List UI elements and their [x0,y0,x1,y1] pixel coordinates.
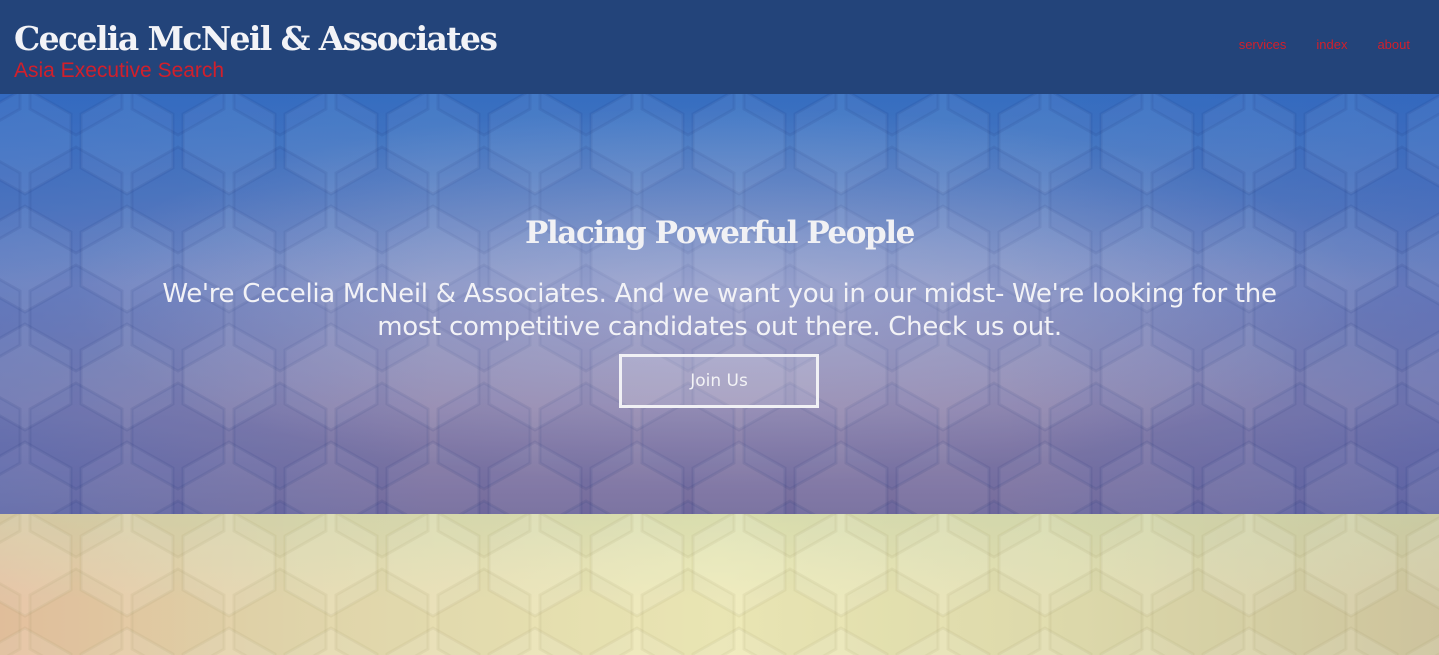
brand[interactable]: Cecelia McNeil & Associates Asia Executi… [14,22,498,82]
page: Cecelia McNeil & Associates Asia Executi… [0,0,1439,655]
nav-link-about[interactable]: about [1377,38,1410,52]
site-header: Cecelia McNeil & Associates Asia Executi… [0,0,1439,94]
join-us-button[interactable]: Join Us [619,354,819,408]
hero-section: Placing Powerful People We're Cecelia Mc… [0,94,1439,514]
site-tagline: Asia Executive Search [14,59,225,82]
lower-section [0,514,1439,655]
hero-description: We're Cecelia McNeil & Associates. And w… [162,279,1277,342]
nav-link-index[interactable]: index [1316,38,1347,52]
main-nav: services index about [1239,38,1410,52]
site-title[interactable]: Cecelia McNeil & Associates [14,22,498,55]
hero-heading: Placing Powerful People [524,215,915,251]
hexagon-pattern-background [0,514,1439,655]
nav-link-services[interactable]: services [1239,38,1287,52]
